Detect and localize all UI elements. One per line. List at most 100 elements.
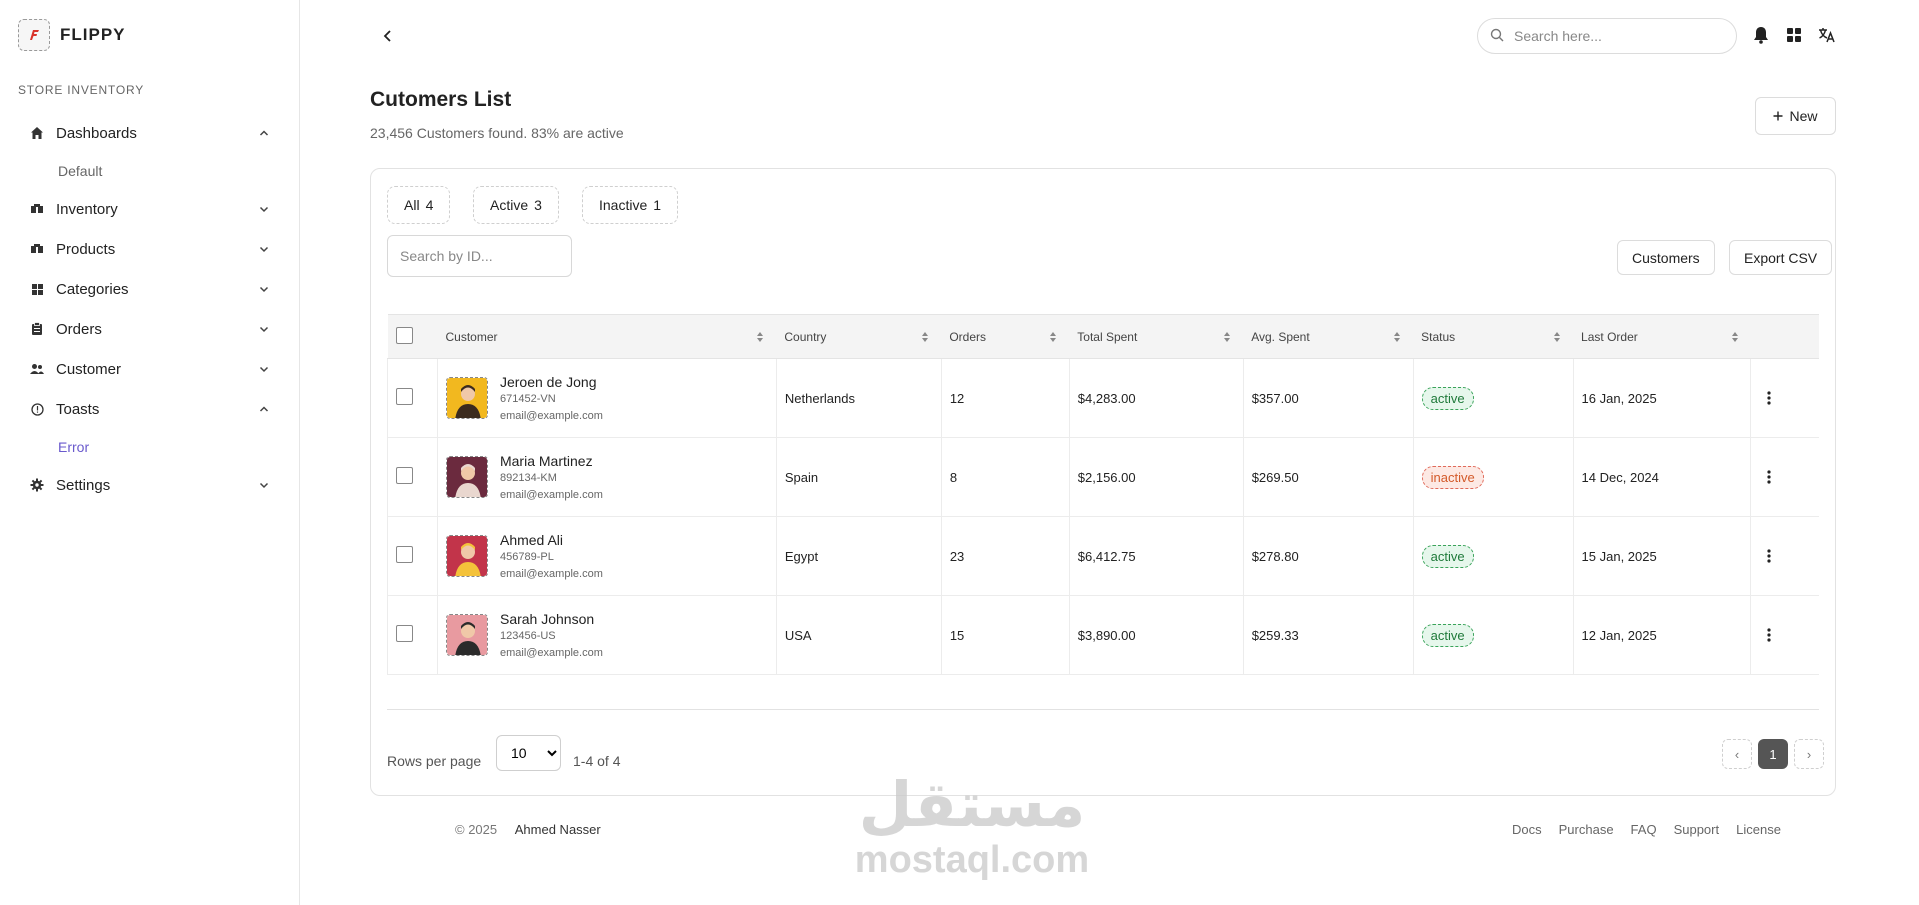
tab-label: All — [404, 197, 420, 213]
sidebar-item-dashboards[interactable]: Dashboards — [0, 113, 300, 153]
customer-name[interactable]: Ahmed Ali — [500, 531, 603, 549]
actions-cell — [1750, 595, 1819, 675]
author-link[interactable]: Ahmed Nasser — [515, 822, 601, 837]
id-search-input[interactable] — [387, 235, 572, 277]
table-row[interactable]: Sarah Johnson 123456-US email@example.co… — [387, 595, 1819, 675]
column-header-status[interactable]: Status — [1413, 314, 1574, 359]
select-all-checkbox[interactable] — [395, 326, 413, 344]
sidebar-item-toasts[interactable]: Toasts — [0, 389, 300, 429]
customer-id: 892134-KM — [499, 471, 557, 484]
customer-email: email@example.com — [499, 646, 603, 659]
row-select-cell — [387, 595, 438, 675]
more-vertical-icon[interactable] — [1759, 388, 1779, 408]
customer-text: Ahmed Ali 456789-PL email@example.com — [500, 531, 603, 582]
customer-email: email@example.com — [499, 409, 603, 422]
back-button[interactable] — [376, 24, 400, 48]
sort-icon[interactable] — [1553, 331, 1561, 343]
row-checkbox[interactable] — [396, 546, 413, 563]
search-icon — [1490, 28, 1504, 45]
brand[interactable]: FLIPPY — [18, 19, 126, 51]
sidebar-item-label: Settings — [56, 476, 111, 494]
watermark-latin: mostaql.com — [854, 839, 1090, 881]
sidebar-item-customer[interactable]: Customer — [0, 349, 300, 389]
last-order-cell: 15 Jan, 2025 — [1573, 516, 1752, 596]
bell-icon[interactable] — [1751, 25, 1771, 45]
translate-icon[interactable] — [1817, 25, 1837, 45]
column-label: Status — [1421, 329, 1456, 344]
customer-name[interactable]: Jeroen de Jong — [500, 373, 603, 391]
sidebar-item-settings[interactable]: Settings — [0, 465, 300, 505]
customer-text: Jeroen de Jong 671452-VN email@example.c… — [500, 373, 603, 424]
sidebar-item-products[interactable]: Products — [0, 229, 300, 269]
row-checkbox[interactable] — [396, 388, 413, 405]
orders-cell: 12 — [941, 358, 1070, 438]
sort-icon[interactable] — [1393, 331, 1401, 343]
row-select-cell — [387, 437, 438, 517]
footer-link-faq[interactable]: FAQ — [1631, 822, 1657, 837]
global-search-input[interactable] — [1514, 28, 1714, 44]
export-csv-button[interactable]: Export CSV — [1729, 240, 1833, 275]
apps-grid-icon[interactable] — [1784, 25, 1804, 45]
sort-icon[interactable] — [921, 331, 929, 343]
tab-all[interactable]: All 4 — [387, 186, 451, 224]
customers-card: All 4 Active 3 Inactive 1 Customers Expo… — [370, 168, 1836, 796]
section-title: STORE INVENTORY — [18, 83, 145, 97]
sidebar-item-categories[interactable]: Categories — [0, 269, 300, 309]
footer-links: Docs Purchase FAQ Support License — [1512, 822, 1781, 837]
page-title: Cutomers List — [370, 88, 512, 111]
column-header-last-order[interactable]: Last Order — [1573, 314, 1751, 359]
sidebar-subitem-default[interactable]: Default — [0, 153, 300, 189]
column-header-avg-spent[interactable]: Avg. Spent — [1243, 314, 1414, 359]
footer-link-support[interactable]: Support — [1674, 822, 1720, 837]
footer-link-purchase[interactable]: Purchase — [1559, 822, 1614, 837]
orders-cell: 8 — [941, 437, 1070, 517]
chevron-down-icon — [258, 203, 270, 215]
copyright-text: © 2025 — [455, 822, 498, 837]
more-vertical-icon[interactable] — [1759, 625, 1779, 645]
column-header-total-spent[interactable]: Total Spent — [1069, 314, 1244, 359]
more-vertical-icon[interactable] — [1759, 467, 1779, 487]
country-cell: Egypt — [776, 516, 942, 596]
sort-icon[interactable] — [1049, 331, 1057, 343]
last-order-cell: 16 Jan, 2025 — [1573, 358, 1752, 438]
sort-icon[interactable] — [1731, 331, 1739, 343]
column-header-actions — [1750, 314, 1819, 359]
row-checkbox[interactable] — [396, 625, 413, 642]
table-row[interactable]: Ahmed Ali 456789-PL email@example.com Eg… — [387, 516, 1819, 596]
column-header-customer[interactable]: Customer — [437, 314, 777, 359]
tab-active[interactable]: Active 3 — [473, 186, 559, 224]
more-vertical-icon[interactable] — [1759, 546, 1779, 566]
page-button-current[interactable]: 1 — [1758, 739, 1788, 769]
avatar — [445, 377, 488, 419]
global-search[interactable] — [1477, 18, 1737, 54]
table-row[interactable]: Maria Martinez 892134-KM email@example.c… — [387, 437, 1819, 517]
sort-icon[interactable] — [756, 331, 764, 343]
tab-inactive[interactable]: Inactive 1 — [582, 186, 679, 224]
footer-link-license[interactable]: License — [1736, 822, 1781, 837]
customer-id: 123456-US — [499, 629, 556, 642]
column-header-country[interactable]: Country — [776, 314, 942, 359]
status-cell: inactive — [1413, 437, 1574, 517]
customer-text: Maria Martinez 892134-KM email@example.c… — [500, 452, 603, 503]
column-header-orders[interactable]: Orders — [941, 314, 1070, 359]
table-row[interactable]: Jeroen de Jong 671452-VN email@example.c… — [387, 358, 1819, 438]
row-checkbox[interactable] — [396, 467, 413, 484]
customers-filter-button[interactable]: Customers — [1617, 240, 1715, 275]
boxes-icon — [30, 242, 44, 256]
rows-per-page-select[interactable]: 10 — [496, 735, 561, 771]
sort-icon[interactable] — [1223, 331, 1231, 343]
customer-name[interactable]: Maria Martinez — [500, 452, 603, 470]
customer-name[interactable]: Sarah Johnson — [500, 610, 603, 628]
total-spent-cell: $3,890.00 — [1069, 595, 1244, 675]
sidebar-subitem-error[interactable]: Error — [0, 429, 300, 465]
new-button[interactable]: New — [1755, 97, 1836, 135]
next-page-button[interactable]: › — [1794, 739, 1824, 769]
avg-spent-cell: $269.50 — [1243, 437, 1414, 517]
customer-info: Ahmed Ali 456789-PL email@example.com — [445, 531, 768, 582]
prev-page-button[interactable]: ‹ — [1722, 739, 1752, 769]
footer-link-docs[interactable]: Docs — [1512, 822, 1542, 837]
customer-id: 671452-VN — [499, 392, 556, 405]
sidebar-item-inventory[interactable]: Inventory — [0, 189, 300, 229]
sidebar-item-orders[interactable]: Orders — [0, 309, 300, 349]
customer-info: Maria Martinez 892134-KM email@example.c… — [445, 452, 768, 503]
